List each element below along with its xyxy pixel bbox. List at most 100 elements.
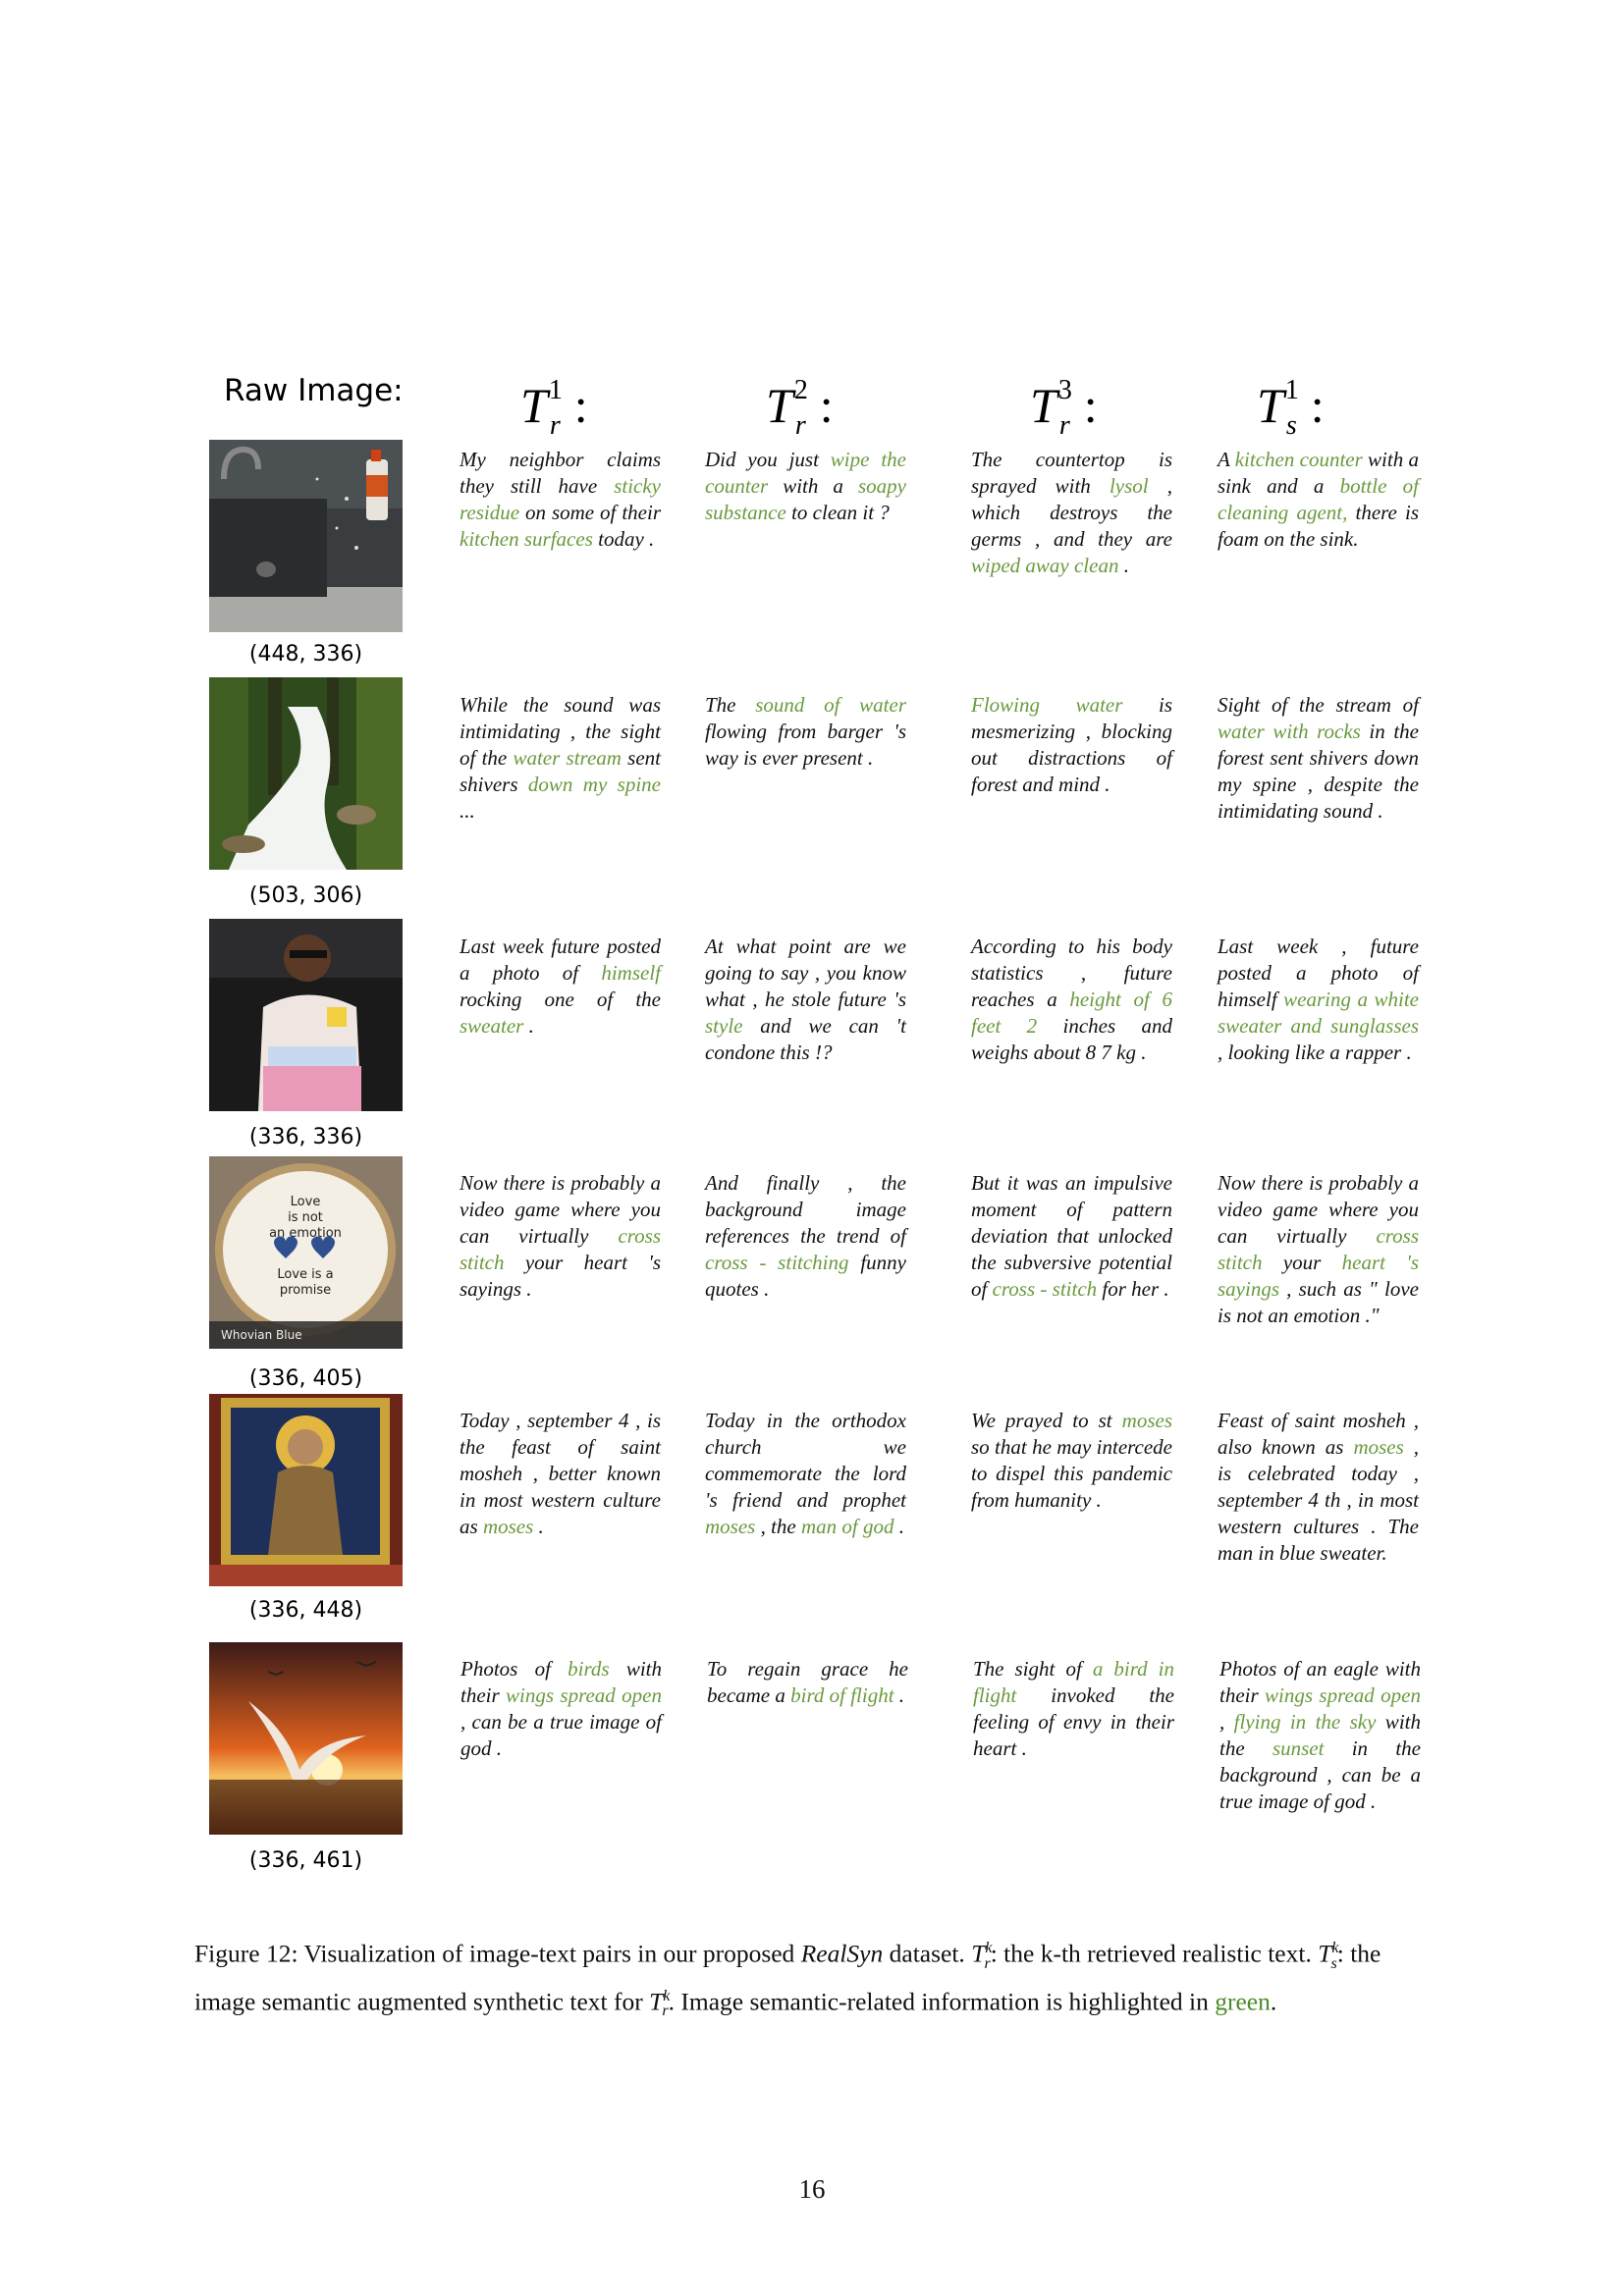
- highlighted-text: kitchen counter: [1234, 448, 1363, 471]
- col-header-tr2: T2r:: [766, 375, 834, 441]
- highlighted-text: down my spine: [527, 773, 661, 796]
- text-ts1: Sight of the stream of water with rocks …: [1218, 692, 1419, 825]
- text-tr3: But it was an impulsive moment of patter…: [971, 1170, 1172, 1303]
- text-segment: .: [1118, 554, 1129, 577]
- text-segment: ,: [1219, 1710, 1234, 1734]
- highlighted-text: water stream: [513, 746, 622, 770]
- highlighted-text: man of god: [801, 1515, 894, 1538]
- highlighted-text: sound of water: [755, 693, 906, 717]
- highlighted-text: bird of flight: [790, 1683, 894, 1707]
- text-segment: .: [893, 1683, 905, 1707]
- caption-tr-desc: : the k-th retrieved realistic text.: [990, 1939, 1312, 1968]
- highlighted-text: cross - stitching: [705, 1251, 849, 1274]
- highlighted-text: sunset: [1272, 1736, 1325, 1760]
- highlighted-text: moses: [1353, 1435, 1404, 1459]
- text-segment: At what point are we going to say , you …: [705, 934, 906, 1011]
- text-segment: We prayed to st: [971, 1409, 1122, 1432]
- text-tr2: And finally , the background image refer…: [705, 1170, 906, 1303]
- text-tr3: Flowing water is mesmerizing , blocking …: [971, 692, 1172, 798]
- image-size: (336, 448): [248, 1598, 363, 1623]
- text-tr3: The countertop is sprayed with lysol , w…: [971, 447, 1172, 579]
- text-tr2: To regain grace he became a bird of flig…: [707, 1656, 908, 1709]
- text-segment: And finally , the background image refer…: [705, 1171, 906, 1248]
- text-tr3: The sight of a bird in flight invoked th…: [973, 1656, 1174, 1762]
- page-number: 16: [798, 2174, 826, 2204]
- text-segment: today .: [592, 527, 655, 551]
- highlighted-text: himself: [601, 961, 661, 985]
- image-icon-saint: [209, 1394, 403, 1586]
- svg-text:Love is a: Love is a: [277, 1267, 333, 1282]
- text-tr1: Today , september 4 , is the feast of sa…: [460, 1408, 661, 1540]
- image-waterfall: [209, 677, 403, 870]
- highlighted-text: Flowing water: [971, 693, 1123, 717]
- highlighted-text: birds: [568, 1657, 610, 1681]
- highlighted-text: cross - stitch: [992, 1277, 1098, 1301]
- caption-label: Figure 12:: [194, 1939, 298, 1968]
- text-segment: so that he may intercede to dispel this …: [971, 1435, 1172, 1512]
- text-tr1: Last week future posted a photo of himse…: [460, 934, 661, 1040]
- image-size: (336, 461): [248, 1848, 363, 1873]
- highlighted-text: style: [705, 1014, 743, 1038]
- image-kitchen-sink: [209, 440, 403, 632]
- text-tr1: My neighbor claims they still have stick…: [460, 447, 661, 553]
- text-tr3: According to his body statistics , futur…: [971, 934, 1172, 1066]
- text-tr2: The sound of water flowing from barger '…: [705, 692, 906, 772]
- highlighted-text: wings spread open: [1265, 1683, 1421, 1707]
- raw-image-header: Raw Image:: [224, 373, 404, 408]
- highlighted-text: kitchen surfaces: [460, 527, 593, 551]
- text-tr2: Did you just wipe the counter with a soa…: [705, 447, 906, 526]
- text-segment: .: [523, 1014, 534, 1038]
- highlighted-text: flying in the sky: [1233, 1710, 1377, 1734]
- text-segment: Photos of: [460, 1657, 568, 1681]
- text-segment: ...: [460, 799, 475, 823]
- text-segment: flowing from barger 's way is ever prese…: [705, 720, 906, 770]
- image-man-in-sweater: [209, 919, 403, 1111]
- highlighted-text: moses: [705, 1515, 756, 1538]
- caption-part2: dataset.: [889, 1939, 965, 1968]
- col-header-ts1: T1s:: [1257, 375, 1325, 441]
- image-size: (336, 405): [248, 1366, 363, 1391]
- text-segment: A: [1218, 448, 1235, 471]
- text-segment: The: [705, 693, 756, 717]
- text-segment: Did you just: [705, 448, 831, 471]
- image-size: (336, 336): [248, 1125, 363, 1149]
- highlighted-text: wiped away clean: [971, 554, 1119, 577]
- text-tr1: Now there is probably a video game where…: [460, 1170, 661, 1303]
- figure-caption: Figure 12: Visualization of image-text p…: [194, 1939, 1381, 2020]
- text-segment: rocking one of the: [460, 988, 661, 1011]
- svg-text:is not: is not: [288, 1210, 323, 1225]
- highlighted-text: wings spread open: [506, 1683, 662, 1707]
- text-ts1: Now there is probably a video game where…: [1218, 1170, 1419, 1329]
- image-bird-sunset: [209, 1642, 403, 1835]
- text-segment: on some of their: [519, 501, 661, 524]
- text-tr3: We prayed to st moses so that he may int…: [971, 1408, 1172, 1514]
- text-ts1: Last week , future posted a photo of him…: [1218, 934, 1419, 1066]
- image-cross-stitch: Love is not an emotion Love is a promise…: [209, 1156, 403, 1349]
- highlighted-text: water with rocks: [1218, 720, 1361, 743]
- svg-text:Love: Love: [291, 1195, 321, 1209]
- caption-dataset-name: RealSyn: [800, 1939, 884, 1968]
- text-segment: , the: [755, 1515, 801, 1538]
- image-size: (448, 336): [248, 642, 363, 667]
- text-segment: .: [893, 1515, 904, 1538]
- text-tr1: Photos of birds with their wings spread …: [460, 1656, 662, 1762]
- highlighted-text: moses: [1121, 1409, 1172, 1432]
- text-segment: Sight of the stream of: [1218, 693, 1419, 717]
- caption-part1: Visualization of image-text pairs in our…: [303, 1939, 795, 1968]
- text-tr1: While the sound was intimidating , the s…: [460, 692, 661, 825]
- text-segment: for her .: [1097, 1277, 1169, 1301]
- text-ts1: Feast of saint mosheh , also known as mo…: [1218, 1408, 1419, 1567]
- text-ts1: A kitchen counter with a sink and a bott…: [1218, 447, 1419, 553]
- text-tr2: At what point are we going to say , you …: [705, 934, 906, 1066]
- text-segment: , can be a true image of god .: [460, 1710, 662, 1760]
- text-segment: your: [1262, 1251, 1342, 1274]
- highlighted-text: moses: [482, 1515, 534, 1538]
- col-header-tr1: T1r:: [520, 375, 588, 441]
- text-tr2: Today in the orthodox church we commemor…: [705, 1408, 906, 1540]
- text-segment: to clean it ?: [785, 501, 890, 524]
- col-header-tr3: T3r:: [1030, 375, 1098, 441]
- image-size: (503, 306): [248, 883, 363, 908]
- text-segment: with a: [768, 474, 858, 498]
- highlighted-text: sweater: [460, 1014, 524, 1038]
- text-segment: Today in the orthodox church we commemor…: [705, 1409, 906, 1512]
